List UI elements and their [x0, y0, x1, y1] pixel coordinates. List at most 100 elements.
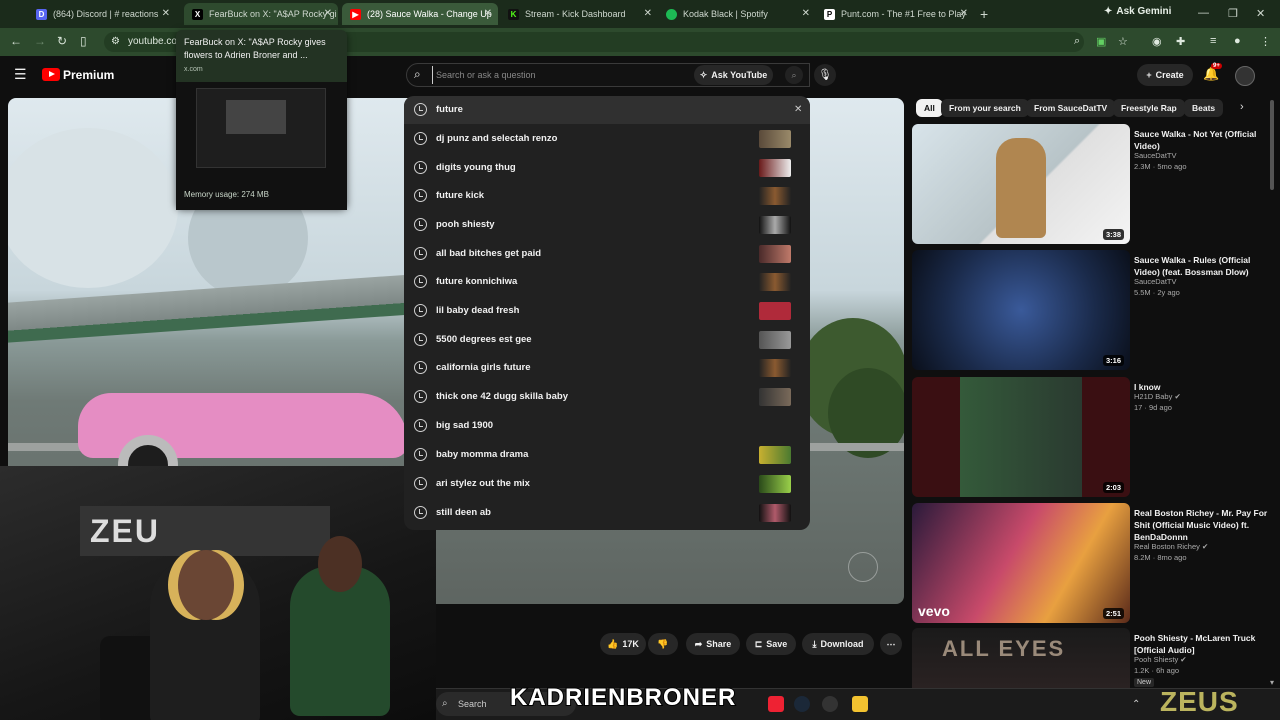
url-text[interactable]: youtube.co	[128, 36, 177, 47]
video-thumbnail[interactable]: vevo	[912, 503, 1130, 623]
suggestion-item[interactable]: california girls future	[404, 354, 810, 382]
more-actions-button[interactable]: ⋯	[880, 633, 902, 655]
video-title[interactable]: Real Boston Richey - Mr. Pay For Shit (O…	[1134, 507, 1270, 543]
close-icon[interactable]: ✕	[484, 8, 492, 19]
zeus-watermark: ZEUS	[1160, 686, 1239, 717]
channel-name[interactable]: SauceDatTV	[1134, 277, 1177, 286]
recommendation-item[interactable]: ALL EYES Pooh Shiesty - McLaren Truck [O…	[912, 628, 1272, 688]
page-scrollbar[interactable]	[1270, 100, 1274, 190]
site-info-icon[interactable]: ⚙	[111, 36, 120, 47]
menu-kebab-icon[interactable]: ⋮	[1260, 35, 1271, 48]
chip-all[interactable]: All	[916, 99, 943, 117]
voice-search-icon[interactable]: 🎙	[814, 64, 836, 86]
chip-beats[interactable]: Beats	[1184, 99, 1224, 117]
bookmark-star-icon[interactable]: ☆	[1118, 35, 1128, 48]
extensions-puzzle-icon[interactable]: ✚	[1176, 35, 1185, 48]
video-thumbnail[interactable]: ALL EYES	[912, 628, 1130, 688]
video-thumbnail[interactable]	[912, 377, 1130, 497]
tab-punt[interactable]: P Punt.com - The #1 Free to Play ✕	[816, 3, 974, 25]
recommendation-item[interactable]: 3:16 Sauce Walka - Rules (Official Video…	[912, 250, 1272, 370]
channel-watermark-icon[interactable]	[848, 552, 878, 582]
suggestion-text: lil baby dead fresh	[436, 305, 520, 316]
new-tab-button[interactable]: +	[980, 6, 988, 22]
zoom-icon[interactable]: ⌕	[1074, 35, 1080, 48]
like-button[interactable]: 👍 17K	[600, 633, 646, 655]
suggestion-item[interactable]: future konnichiwa	[404, 268, 810, 296]
channel-name[interactable]: H21D Baby ✔	[1134, 392, 1181, 401]
history-icon	[414, 247, 427, 260]
profile-icon[interactable]: ◉	[1152, 35, 1162, 48]
reading-list-icon[interactable]: ≡	[1210, 35, 1216, 47]
chip-from-saucedattv[interactable]: From SauceDatTV	[1026, 99, 1116, 117]
chevron-up-icon[interactable]: ⌃	[1132, 699, 1140, 710]
suggestion-item[interactable]: still deen ab	[404, 499, 810, 527]
suggestion-item[interactable]: pooh shiesty	[404, 211, 810, 239]
ask-gemini-button[interactable]: ✦ Ask Gemini	[1104, 6, 1171, 17]
account-avatar[interactable]: ●	[1234, 35, 1241, 47]
youtube-premium-wordmark[interactable]: Premium	[63, 68, 114, 82]
obs-icon[interactable]	[822, 696, 838, 712]
suggestion-item[interactable]: big sad 1900	[404, 412, 810, 440]
minimize-button[interactable]: —	[1198, 7, 1209, 19]
dislike-button[interactable]: 👎	[648, 633, 678, 655]
save-button[interactable]: ⊏ Save	[746, 633, 796, 655]
suggestion-item[interactable]: thick one 42 dugg skilla baby	[404, 383, 810, 411]
close-icon[interactable]: ✕	[960, 8, 968, 19]
tab-sauce-walka[interactable]: ▶ (28) Sauce Walka - Change Up ✕	[342, 3, 498, 25]
close-icon[interactable]: ✕	[644, 8, 652, 19]
steam-icon[interactable]	[794, 696, 810, 712]
suggestion-item[interactable]: all bad bitches get paid	[404, 240, 810, 268]
tab-spotify[interactable]: Kodak Black | Spotify ✕	[658, 3, 816, 25]
download-button[interactable]: ⤓ Download	[802, 633, 874, 655]
scroll-down-icon[interactable]: ▾	[1270, 678, 1274, 687]
chip-from-your-search[interactable]: From your search	[941, 99, 1029, 117]
share-button[interactable]: ➦ Share	[686, 633, 740, 655]
app-icon[interactable]	[768, 696, 784, 712]
ask-youtube-button[interactable]: ✧ Ask YouTube	[694, 65, 773, 85]
close-icon[interactable]: ✕	[162, 8, 170, 19]
extension-icon[interactable]: ▣	[1096, 35, 1106, 48]
suggestion-item[interactable]: dj punz and selectah renzo	[404, 125, 810, 153]
hamburger-menu-icon[interactable]: ☰	[14, 66, 27, 83]
suggestion-item[interactable]: future ✕	[404, 96, 810, 124]
tab-kick-dashboard[interactable]: K Stream - Kick Dashboard ✕	[500, 3, 658, 25]
channel-name[interactable]: Pooh Shiesty ✔	[1134, 655, 1187, 664]
channel-name[interactable]: Real Boston Richey ✔	[1134, 542, 1208, 551]
side-panel-icon[interactable]: ▯	[80, 34, 87, 48]
suggestion-item[interactable]: lil baby dead fresh	[404, 297, 810, 325]
video-title[interactable]: Sauce Walka - Not Yet (Official Video)	[1134, 128, 1270, 152]
suggestion-item[interactable]: digits young thug	[404, 154, 810, 182]
close-icon[interactable]: ✕	[802, 8, 810, 19]
close-icon[interactable]: ✕	[794, 104, 802, 115]
recommendation-item[interactable]: 2:03 I know H21D Baby ✔ 17 · 9d ago	[912, 377, 1272, 497]
suggestion-text: big sad 1900	[436, 420, 494, 431]
youtube-logo-icon[interactable]	[42, 68, 60, 81]
close-icon[interactable]: ✕	[324, 8, 332, 19]
file-explorer-icon[interactable]	[852, 696, 868, 712]
create-button[interactable]: + Create	[1137, 64, 1193, 86]
recommendation-item[interactable]: vevo 2:51 Real Boston Richey - Mr. Pay F…	[912, 503, 1272, 623]
chip-freestyle-rap[interactable]: Freestyle Rap	[1113, 99, 1185, 117]
back-button[interactable]: ←	[10, 34, 22, 48]
recommendation-item[interactable]: 3:38 Sauce Walka - Not Yet (Official Vid…	[912, 124, 1272, 244]
reload-button[interactable]: ↻	[57, 34, 67, 48]
suggestion-item[interactable]: baby momma drama	[404, 441, 810, 469]
video-thumbnail[interactable]	[912, 250, 1130, 370]
search-submit-button[interactable]: ⌕	[785, 66, 803, 84]
channel-name[interactable]: SauceDatTV	[1134, 151, 1177, 160]
history-icon	[414, 477, 427, 490]
video-thumbnail[interactable]	[912, 124, 1130, 244]
suggestion-item[interactable]: ari stylez out the mix	[404, 470, 810, 498]
forward-button[interactable]: →	[34, 34, 46, 48]
tab-discord[interactable]: D (864) Discord | # reactions ✕	[28, 3, 176, 25]
video-title[interactable]: Pooh Shiesty - McLaren Truck [Official A…	[1134, 632, 1270, 656]
suggestion-item[interactable]: 5500 degrees est gee	[404, 326, 810, 354]
channel-avatar[interactable]	[1235, 66, 1255, 86]
chevron-right-icon[interactable]: ›	[1240, 101, 1244, 113]
search-input[interactable]	[432, 66, 682, 84]
maximize-button[interactable]: ❐	[1228, 7, 1238, 20]
tab-fearbuck[interactable]: X FearBuck on X: "A$AP Rocky gi ✕	[184, 3, 338, 25]
video-title[interactable]: Sauce Walka - Rules (Official Video) (fe…	[1134, 254, 1270, 278]
window-close-button[interactable]: ✕	[1256, 7, 1265, 20]
suggestion-item[interactable]: future kick	[404, 182, 810, 210]
